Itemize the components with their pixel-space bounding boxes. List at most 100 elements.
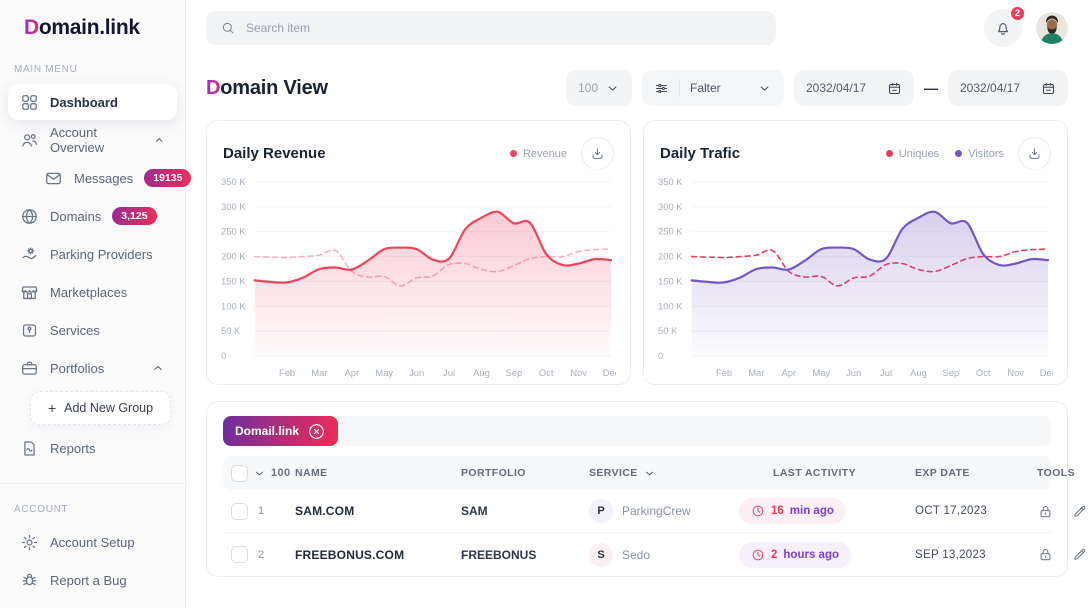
portfolio-name: FREEBONUS: [461, 548, 589, 562]
table-row: 2 FREEBONUS.COM FREEBONUS S Sedo 2 hours…: [223, 533, 1051, 576]
store-icon: [20, 283, 39, 302]
sidebar-item-label: Parking Providers: [50, 247, 153, 262]
logo-text: omain.link: [39, 16, 140, 39]
clock-icon: [751, 548, 765, 562]
sidebar-item-label: Domains: [50, 209, 101, 224]
column-header-portfolio[interactable]: PORTFOLIO: [461, 467, 589, 479]
sidebar-item-messages[interactable]: Messages 19135: [8, 160, 177, 196]
column-header-exp-date[interactable]: EXP DATE: [915, 467, 1037, 479]
chevron-down-icon: [643, 467, 656, 480]
sidebar-item-portfolios[interactable]: Portfolios: [8, 350, 177, 386]
tools-cell: [1037, 503, 1088, 520]
rows-per-page-select[interactable]: 100: [253, 467, 295, 480]
row-number: 1: [253, 505, 295, 517]
sidebar-item-reports[interactable]: Reports: [8, 430, 177, 466]
svg-text:250 K: 250 K: [658, 227, 683, 238]
user-avatar[interactable]: [1036, 12, 1068, 44]
column-header-name[interactable]: NAME: [295, 467, 461, 479]
select-all-checkbox[interactable]: [231, 465, 248, 482]
sidebar-item-parking-providers[interactable]: Parking Providers: [8, 236, 177, 272]
svg-text:200 K: 200 K: [221, 252, 246, 263]
sidebar-item-dashboard[interactable]: Dashboard: [8, 84, 177, 120]
svg-text:350 K: 350 K: [221, 177, 246, 188]
messages-count-badge: 19135: [144, 169, 191, 187]
sidebar-item-label: Messages: [74, 171, 133, 186]
chevron-up-icon: [151, 361, 165, 375]
bug-icon: [20, 571, 39, 590]
download-icon: [590, 146, 605, 161]
date-to-picker[interactable]: 2032/04/17: [948, 70, 1068, 106]
search-bar[interactable]: [206, 11, 776, 45]
sidebar-item-label: Portfolios: [50, 361, 104, 376]
download-icon: [1027, 146, 1042, 161]
legend-item: Revenue: [510, 148, 567, 160]
search-input[interactable]: [246, 21, 762, 35]
mail-icon: [44, 169, 63, 188]
chevron-down-icon: [605, 81, 620, 96]
sidebar-item-label: Report a Bug: [50, 573, 127, 588]
sidebar-item-label: Account Overview: [50, 125, 142, 155]
edit-button[interactable]: [1071, 503, 1088, 520]
svg-text:Dec: Dec: [603, 368, 616, 379]
search-icon: [220, 20, 236, 36]
main-area: 2 Domain View 100: [186, 0, 1088, 608]
domain-name[interactable]: FREEBONUS.COM: [295, 548, 461, 562]
gear-icon: [20, 533, 39, 552]
sidebar-item-label: Marketplaces: [50, 285, 127, 300]
domains-count-badge: 3,125: [112, 207, 156, 225]
domain-name[interactable]: SAM.COM: [295, 504, 461, 518]
sidebar-item-report-a-bug[interactable]: Report a Bug: [8, 562, 177, 598]
svg-text:0: 0: [221, 351, 226, 362]
divider: [679, 79, 680, 97]
notifications: 2: [984, 9, 1022, 47]
filter-button[interactable]: Falter: [642, 70, 784, 106]
exp-date: SEP 13,2023: [915, 549, 1037, 561]
svg-text:100 K: 100 K: [221, 301, 246, 312]
add-new-group-button[interactable]: + Add New Group: [30, 391, 171, 425]
svg-text:300 K: 300 K: [658, 202, 683, 213]
date-from-picker[interactable]: 2032/04/17: [794, 70, 914, 106]
service-initial-badge: S: [589, 543, 613, 567]
legend-dot: [955, 150, 962, 157]
bell-icon: [994, 19, 1012, 37]
page-size-select[interactable]: 100: [566, 70, 632, 106]
sidebar-item-label: Account Setup: [50, 535, 135, 550]
charts-row: Daily Revenue Revenue 350 K300 K250 K200…: [206, 120, 1068, 385]
sidebar-item-label: Reports: [50, 441, 96, 456]
download-chart-button[interactable]: [1018, 137, 1051, 170]
sidebar-item-marketplaces[interactable]: Marketplaces: [8, 274, 177, 310]
exp-date: OCT 17,2023: [915, 505, 1037, 517]
svg-text:200 K: 200 K: [658, 252, 683, 263]
lock-button[interactable]: [1037, 546, 1054, 563]
column-header-service[interactable]: SERVICE: [589, 467, 739, 480]
column-header-last-activity[interactable]: LAST ACTIVITY: [739, 467, 915, 479]
svg-text:Nov: Nov: [1007, 368, 1024, 379]
svg-text:150 K: 150 K: [658, 276, 683, 287]
date-from-value: 2032/04/17: [806, 81, 866, 95]
chevron-up-icon: [153, 133, 165, 147]
svg-text:May: May: [375, 368, 393, 379]
page-header: Domain View 100 Falter 2032/04/17 —: [206, 70, 1068, 106]
sidebar-item-account-setup[interactable]: Account Setup: [8, 524, 177, 560]
sidebar-item-account-overview[interactable]: Account Overview: [8, 122, 177, 158]
sidebar-item-domains[interactable]: Domains 3,125: [8, 198, 177, 234]
title-text: omain View: [220, 77, 328, 99]
filter-chip-label: Domail.link: [235, 424, 299, 438]
svg-text:Jul: Jul: [880, 368, 892, 379]
download-chart-button[interactable]: [581, 137, 614, 170]
page-size-value: 100: [578, 81, 598, 95]
logo-gradient-letter: D: [24, 16, 39, 39]
edit-button[interactable]: [1071, 546, 1088, 563]
row-checkbox[interactable]: [231, 546, 248, 563]
svg-text:Apr: Apr: [345, 368, 360, 379]
chart-title: Daily Trafic: [660, 145, 740, 162]
sidebar-item-label: Dashboard: [50, 95, 118, 110]
lock-button[interactable]: [1037, 503, 1054, 520]
sidebar-item-services[interactable]: Services: [8, 312, 177, 348]
row-checkbox[interactable]: [231, 503, 248, 520]
avatar-image: [1036, 12, 1068, 44]
last-activity-pill: 16 min ago: [739, 498, 846, 524]
date-to-value: 2032/04/17: [960, 81, 1020, 95]
filter-chip-domail-link[interactable]: Domail.link: [223, 416, 338, 446]
table-row: 1 SAM.COM SAM P ParkingCrew 16 min ago O…: [223, 490, 1051, 533]
